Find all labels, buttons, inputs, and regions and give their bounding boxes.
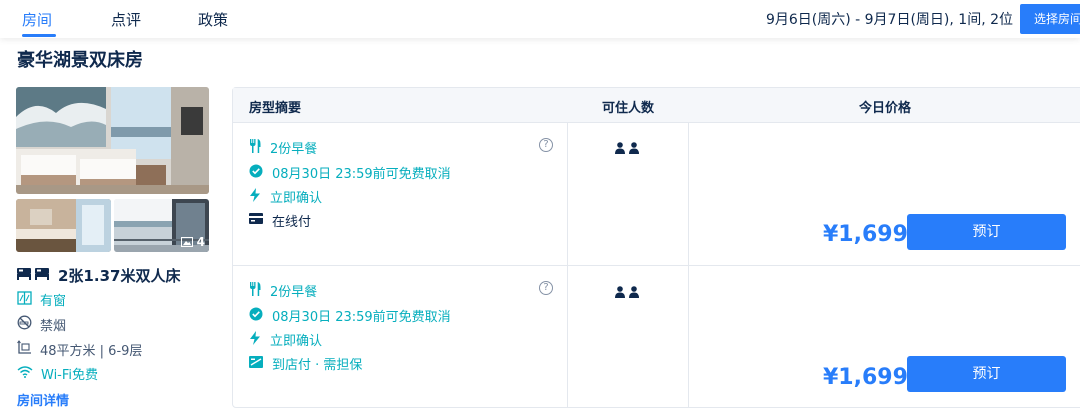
photo-count-value: 4 [196, 235, 205, 249]
rate-table: 房型摘要 可住人数 今日价格 2份早餐 ? 08月30日 23:59前可免费取消… [232, 87, 1080, 408]
active-tab-indicator [22, 34, 56, 37]
lightning-icon [249, 187, 261, 206]
feature-wifi: Wi-Fi免费 [17, 364, 98, 383]
room-main-photo[interactable] [16, 87, 209, 194]
confirm-label: 立即确认 [270, 334, 323, 349]
stay-dates[interactable]: 9月6日(周六) - 9月7日(周日), 1间, 2位 [766, 9, 1013, 29]
help-icon[interactable]: ? [539, 138, 553, 152]
top-tab-bar: 房间 点评 政策 9月6日(周六) - 9月7日(周日), 1间, 2位 选择房… [0, 0, 1080, 38]
feature-window: 有窗 [17, 290, 66, 309]
select-room-button[interactable]: 选择房间 [1020, 4, 1080, 34]
cancel-policy: 08月30日 23:59前可免费取消 [249, 306, 451, 325]
person-icon [615, 142, 625, 158]
cutlery-icon [249, 281, 261, 300]
cancel-policy: 08月30日 23:59前可免费取消 [249, 163, 451, 182]
book-button[interactable]: 预订 [907, 214, 1066, 250]
feature-no-smoking: 禁烟 [17, 315, 66, 334]
meal-policy: 2份早餐 [249, 281, 317, 300]
person-icon [629, 142, 639, 158]
feature-window-label: 有窗 [40, 294, 67, 309]
person-icon [615, 286, 625, 302]
check-circle-icon [249, 164, 263, 182]
payment-label: 在线付 [272, 215, 312, 230]
area-icon [17, 340, 32, 359]
occupancy-2-guests [615, 286, 639, 302]
book-button[interactable]: 预订 [907, 356, 1066, 392]
cancel-label: 08月30日 23:59前可免费取消 [272, 310, 451, 325]
gallery-icon [180, 237, 193, 247]
wifi-icon [17, 365, 33, 382]
feature-area: 48平方米 | 6-9层 [17, 340, 142, 359]
meal-label: 2份早餐 [270, 142, 318, 157]
header-price: 今日价格 [859, 101, 912, 116]
room-details-link[interactable]: 房间详情 [17, 390, 69, 409]
row-divider [233, 265, 1080, 266]
help-icon[interactable]: ? [539, 281, 553, 295]
room-thumb-balcony[interactable]: 4 [114, 199, 209, 252]
rate-table-header: 房型摘要 可住人数 今日价格 [233, 88, 1080, 123]
cancel-label: 08月30日 23:59前可免费取消 [272, 167, 451, 182]
bed-info: 2张1.37米双人床 [17, 265, 180, 286]
feature-area-label: 48平方米 | 6-9层 [40, 344, 143, 359]
window-icon [17, 290, 32, 309]
price: ¥1,699 [823, 365, 908, 390]
person-icon [629, 286, 639, 302]
photo-count[interactable]: 4 [180, 235, 205, 249]
occupancy-2-guests [615, 142, 639, 158]
feature-no-smoking-label: 禁烟 [40, 319, 67, 334]
no-smoking-icon [17, 315, 32, 334]
room-thumb-bathroom[interactable] [16, 199, 111, 252]
bed-icon [17, 267, 49, 285]
payment-label: 到店付 · 需担保 [272, 358, 363, 373]
payment-policy: 到店付 · 需担保 [249, 354, 362, 373]
confirm-label: 立即确认 [270, 191, 323, 206]
feature-wifi-label: Wi-Fi免费 [41, 368, 99, 383]
price: ¥1,699 [823, 222, 908, 247]
header-occupancy: 可住人数 [602, 101, 655, 116]
check-circle-icon [249, 307, 263, 325]
credit-card-icon [249, 213, 263, 228]
confirm-policy: 立即确认 [249, 330, 322, 349]
cutlery-icon [249, 138, 261, 157]
lightning-icon [249, 330, 261, 349]
pay-at-hotel-icon [249, 355, 263, 372]
room-title: 豪华湖景双床房 [17, 50, 143, 71]
payment-policy: 在线付 [249, 211, 311, 230]
header-summary: 房型摘要 [249, 101, 302, 116]
tab-reviews[interactable]: 点评 [111, 9, 141, 30]
tab-rooms[interactable]: 房间 [22, 9, 52, 30]
meal-policy: 2份早餐 [249, 138, 317, 157]
confirm-policy: 立即确认 [249, 187, 322, 206]
bed-label: 2张1.37米双人床 [58, 267, 181, 285]
tab-policies[interactable]: 政策 [198, 9, 228, 30]
meal-label: 2份早餐 [270, 285, 318, 300]
